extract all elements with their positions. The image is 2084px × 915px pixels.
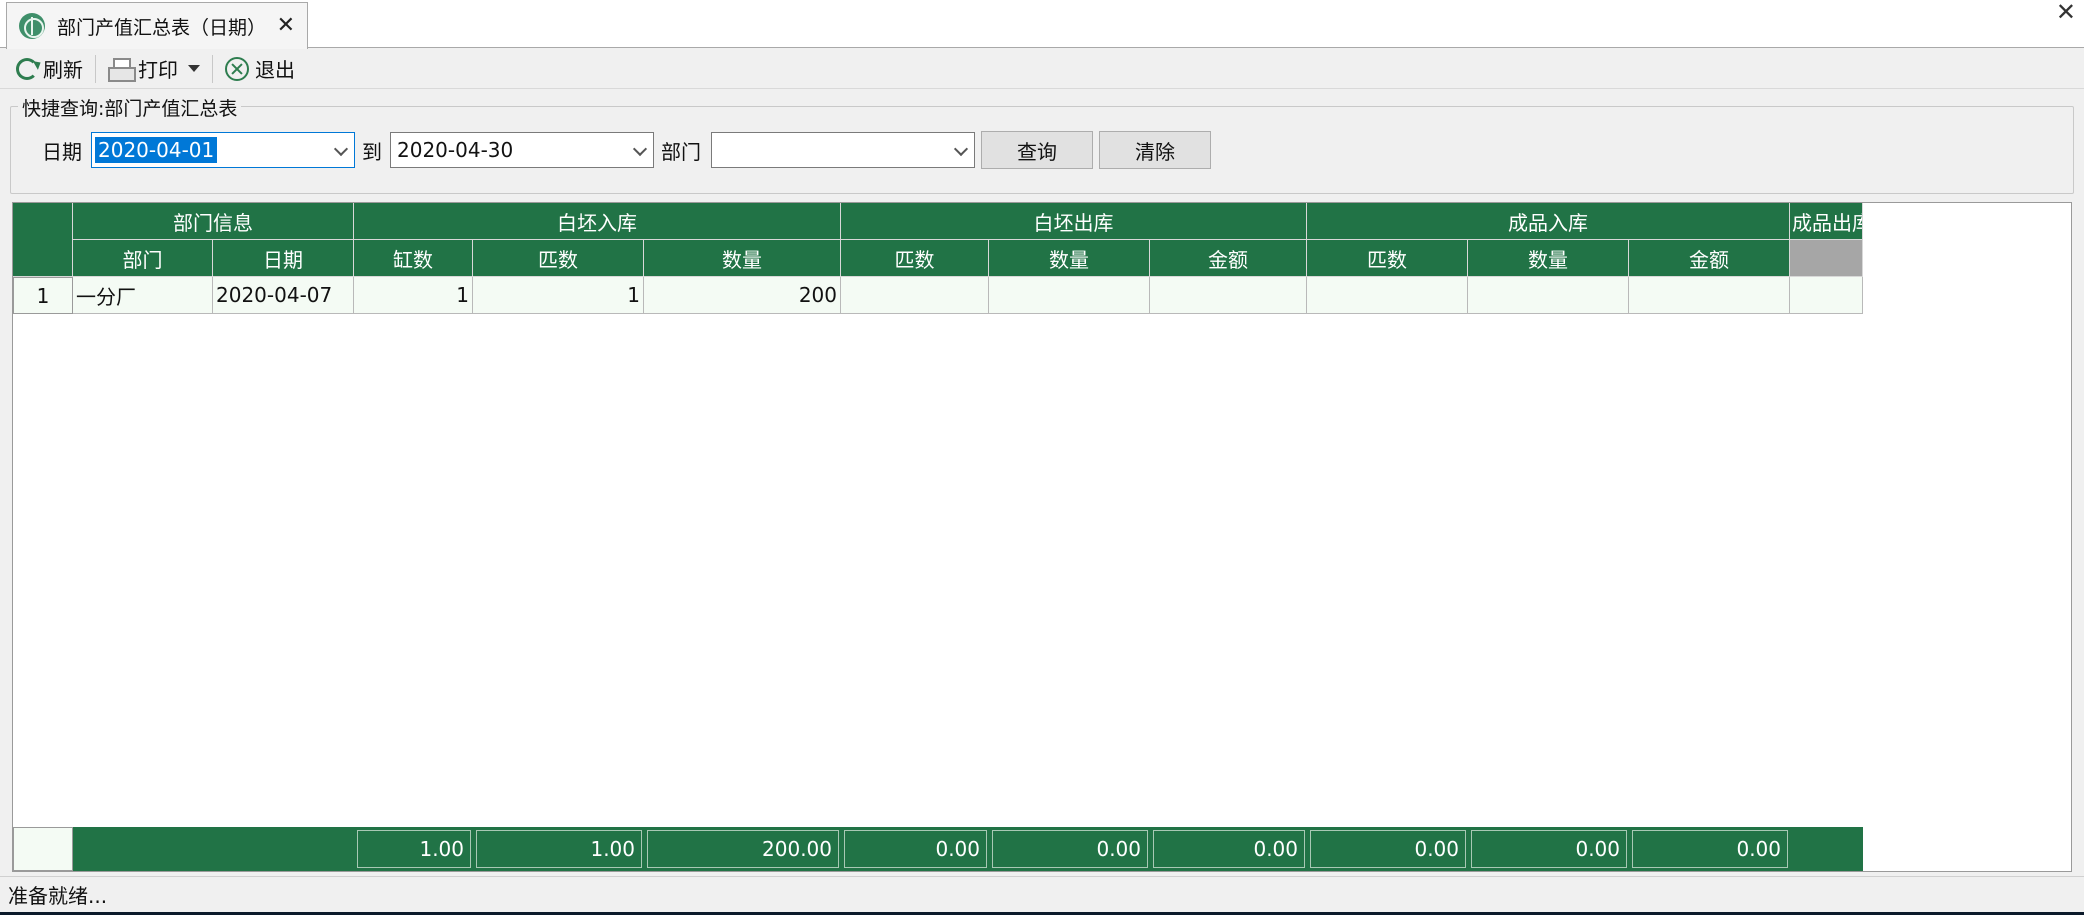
refresh-label: 刷新 xyxy=(43,58,83,82)
column-header-grey-out-amount[interactable]: 金额 xyxy=(1150,240,1307,277)
table-cell[interactable] xyxy=(1150,277,1307,314)
table-cell[interactable] xyxy=(1468,277,1629,314)
column-header-grey-in-vats[interactable]: 缸数 xyxy=(354,240,473,277)
date-from-combo[interactable]: 2020-04-01 xyxy=(91,132,355,168)
table-cell[interactable]: 一分厂 xyxy=(73,277,213,314)
date-label: 日期 xyxy=(42,140,82,164)
group-header-finished-out: 成品出库 xyxy=(1790,203,1863,240)
report-window: 部门产值汇总表（日期） ✕ ✕ 刷新 打印 退出 快捷查询:部门产值汇总表 日期… xyxy=(0,0,2084,912)
status-bar: 准备就绪... xyxy=(0,876,2084,912)
refresh-button[interactable]: 刷新 xyxy=(10,52,89,86)
grid-corner[interactable] xyxy=(13,203,73,277)
column-header-empty xyxy=(1790,240,1863,277)
table-cell[interactable] xyxy=(1629,277,1790,314)
total-cell: 0.00 xyxy=(844,830,987,868)
column-header-grey-in-qty[interactable]: 数量 xyxy=(644,240,841,277)
column-header-grey-out-pieces[interactable]: 匹数 xyxy=(841,240,989,277)
total-cell: 200.00 xyxy=(647,830,839,868)
date-from-value: 2020-04-01 xyxy=(95,137,218,163)
total-cell: 0.00 xyxy=(1632,830,1788,868)
total-cell: 0.00 xyxy=(992,830,1148,868)
to-label: 到 xyxy=(362,140,382,164)
total-cell: 1.00 xyxy=(476,830,642,868)
chevron-down-icon[interactable] xyxy=(953,141,969,157)
group-header-dept-info: 部门信息 xyxy=(73,203,354,240)
toolbar-separator xyxy=(212,54,213,83)
tab-dept-output-summary[interactable]: 部门产值汇总表（日期） ✕ xyxy=(6,2,308,49)
exit-button[interactable]: 退出 xyxy=(219,52,301,86)
table-cell[interactable] xyxy=(1307,277,1468,314)
total-cell: 1.00 xyxy=(357,830,471,868)
dept-combo[interactable] xyxy=(711,132,975,168)
print-button[interactable]: 打印 xyxy=(102,52,206,86)
column-header-finished-in-pieces[interactable]: 匹数 xyxy=(1307,240,1468,277)
footer-corner xyxy=(13,827,73,871)
table-cell[interactable]: 200 xyxy=(644,277,841,314)
column-header-finished-in-qty[interactable]: 数量 xyxy=(1468,240,1629,277)
data-grid[interactable]: 部门信息 白坯入库 白坯出库 成品入库 成品出库 部门 日期 缸数 匹数 数量 … xyxy=(12,202,2072,872)
date-to-combo[interactable]: 2020-04-30 xyxy=(390,132,654,168)
total-cell: 0.00 xyxy=(1310,830,1466,868)
chevron-down-icon[interactable] xyxy=(632,141,648,157)
printer-icon xyxy=(108,57,136,82)
total-cell: 0.00 xyxy=(1471,830,1627,868)
table-cell[interactable]: 2020-04-07 xyxy=(213,277,354,314)
clear-button[interactable]: 清除 xyxy=(1099,131,1211,169)
dept-value xyxy=(715,149,721,151)
group-header-finished-in: 成品入库 xyxy=(1307,203,1790,240)
total-cell: 0.00 xyxy=(1153,830,1305,868)
table-cell[interactable] xyxy=(1790,277,1863,314)
print-label: 打印 xyxy=(138,58,178,82)
exit-label: 退出 xyxy=(255,58,295,82)
table-cell[interactable]: 1 xyxy=(473,277,644,314)
tab-bar: 部门产值汇总表（日期） ✕ ✕ xyxy=(0,0,2084,49)
table-cell[interactable] xyxy=(989,277,1150,314)
window-close-icon[interactable]: ✕ xyxy=(2056,0,2076,26)
quick-query-legend: 快捷查询:部门产值汇总表 xyxy=(18,94,242,121)
column-header-grey-in-pieces[interactable]: 匹数 xyxy=(473,240,644,277)
table-cell[interactable] xyxy=(841,277,989,314)
date-to-value: 2020-04-30 xyxy=(397,138,514,162)
column-header-date[interactable]: 日期 xyxy=(213,240,354,277)
refresh-icon xyxy=(16,57,38,80)
status-text: 准备就绪... xyxy=(8,884,108,908)
toolbar-separator xyxy=(95,54,96,83)
row-number[interactable]: 1 xyxy=(13,277,73,314)
column-header-grey-out-qty[interactable]: 数量 xyxy=(989,240,1150,277)
chevron-down-icon[interactable] xyxy=(333,141,349,157)
toolbar: 刷新 打印 退出 xyxy=(0,49,2084,89)
table-cell[interactable]: 1 xyxy=(354,277,473,314)
tab-close-icon[interactable]: ✕ xyxy=(277,13,295,38)
group-header-grey-in: 白坯入库 xyxy=(354,203,841,240)
exit-icon xyxy=(225,56,249,81)
globe-icon xyxy=(19,13,45,39)
query-button[interactable]: 查询 xyxy=(981,131,1093,169)
dept-label: 部门 xyxy=(661,140,701,164)
tab-title: 部门产值汇总表（日期） xyxy=(57,16,267,39)
chevron-down-icon[interactable] xyxy=(188,65,200,72)
column-header-dept[interactable]: 部门 xyxy=(73,240,213,277)
group-header-grey-out: 白坯出库 xyxy=(841,203,1307,240)
column-header-finished-in-amount[interactable]: 金额 xyxy=(1629,240,1790,277)
